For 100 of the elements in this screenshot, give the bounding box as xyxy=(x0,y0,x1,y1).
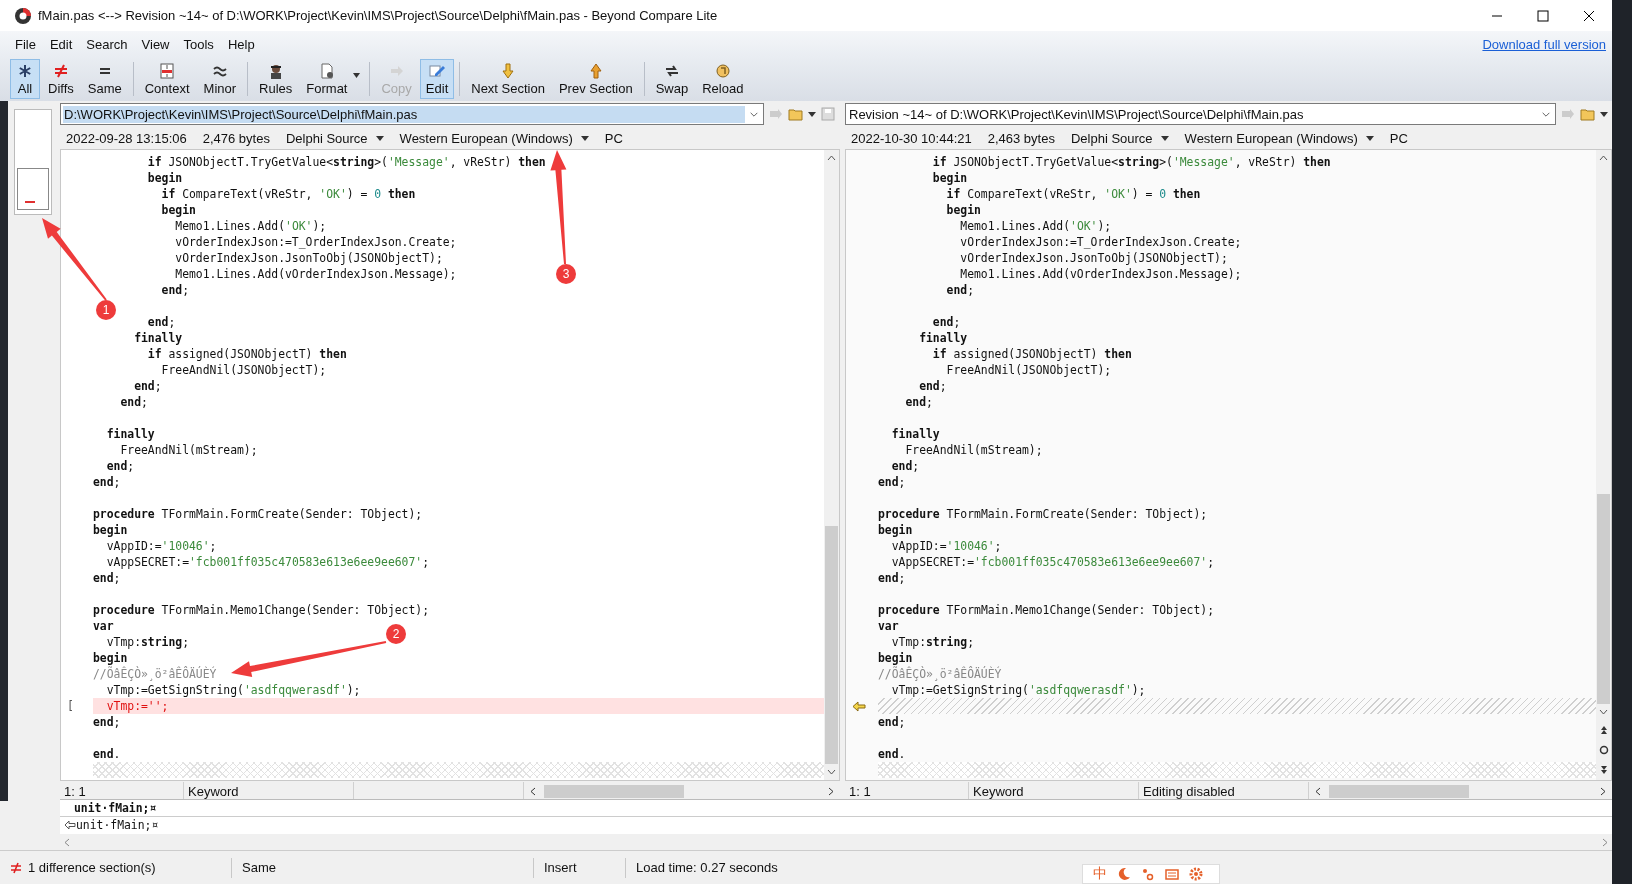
scroll-down-icon[interactable] xyxy=(1599,709,1608,715)
code-line: var xyxy=(93,618,114,634)
toolbar-button[interactable]: Diffs xyxy=(42,59,80,99)
scroll-left-icon[interactable] xyxy=(530,786,536,796)
dropdown-caret-icon[interactable] xyxy=(1600,111,1608,117)
code-line: FreeAndNil(JSONObjectT); xyxy=(160,362,327,378)
dropdown-caret-icon[interactable] xyxy=(808,111,816,117)
menu-item[interactable]: Edit xyxy=(42,36,80,52)
maximize-icon xyxy=(1537,9,1549,22)
toolbar-button[interactable]: All xyxy=(10,59,40,99)
vertical-scrollbar[interactable] xyxy=(824,150,839,780)
code-line: end; xyxy=(878,570,906,586)
download-link[interactable]: Download full version xyxy=(1482,36,1606,52)
toolbar-button[interactable]: Prev Section xyxy=(552,59,639,99)
code-line: begin xyxy=(931,170,968,186)
toolbar-button[interactable]: Minor xyxy=(197,59,243,99)
scroll-right-icon[interactable] xyxy=(828,786,834,796)
toolbar-button[interactable]: Rules xyxy=(253,59,299,99)
dropdown-caret-icon[interactable] xyxy=(353,73,361,78)
toolbar-button[interactable]: Format xyxy=(300,59,365,99)
code-line: end; xyxy=(105,458,135,474)
code-line: end; xyxy=(93,714,121,730)
code-line: vAppSECRET:='fcb001ff035c470583e613e6ee9ee607'; xyxy=(890,554,1215,570)
close-icon xyxy=(1583,9,1595,22)
line-compare-text: unit·fMain;¤ xyxy=(76,818,159,832)
code-line: end; xyxy=(93,570,121,586)
code-line: end; xyxy=(918,378,947,394)
app-icon xyxy=(14,6,32,25)
code-line: end; xyxy=(945,282,974,298)
toolbar-button[interactable]: Swap xyxy=(649,59,695,99)
context-icon xyxy=(158,62,177,80)
toolbar-button[interactable]: Context xyxy=(138,59,196,99)
menu-item[interactable]: Search xyxy=(79,36,135,52)
menu-item[interactable]: Help xyxy=(220,36,262,52)
code-line: begin xyxy=(878,522,913,538)
code-line: vAppID:='10046'; xyxy=(890,538,1002,554)
menu-item[interactable]: File xyxy=(8,36,43,52)
callout-badge: 2 xyxy=(386,624,406,644)
file-size: 2,476 bytes xyxy=(202,130,270,146)
dropdown-caret-icon[interactable] xyxy=(1365,135,1374,141)
chevron-down-icon[interactable] xyxy=(749,111,759,117)
scroll-right-icon[interactable] xyxy=(1600,786,1606,796)
scrollbar-thumb[interactable] xyxy=(1597,494,1610,704)
code-line: end; xyxy=(890,458,920,474)
toolbar-button[interactable]: Next Section xyxy=(465,59,551,99)
menu-item[interactable]: View xyxy=(134,36,177,52)
code-line: FreeAndNil(mStream); xyxy=(119,442,258,458)
code-line: if assigned(JSONObjectT) then xyxy=(931,346,1132,362)
code-line: end; xyxy=(904,394,933,410)
file-path-field[interactable]: Revision ~14~ of D:\WORK\Project\Kevin\IMS\Project\Source\Delphi\fMain.pas xyxy=(845,103,1556,125)
code-line: if JSONObjectT.TryGetValue<string>('Message', vReStr) then xyxy=(146,154,546,170)
code-line: Memo1.Lines.Add('OK'); xyxy=(959,218,1112,234)
code-line: end; xyxy=(119,394,148,410)
scrollbar-thumb[interactable] xyxy=(544,784,684,798)
vertical-scrollbar[interactable] xyxy=(1596,150,1611,780)
line-compare-text: unit·fMain;¤ xyxy=(60,800,1612,817)
previous-diff-icon[interactable] xyxy=(1598,725,1609,735)
code-line: //ÕâÊÇÒ»¸ö²âÊÔÄÚÈÝ xyxy=(878,666,1002,682)
code-line: finally xyxy=(918,330,968,346)
format-selector[interactable]: Delphi Source xyxy=(285,130,368,146)
toolbar-button[interactable]: Same xyxy=(81,59,128,99)
dropdown-caret-icon[interactable] xyxy=(1160,135,1169,141)
menu-item[interactable]: Tools xyxy=(176,36,221,52)
callout-badge: 1 xyxy=(96,300,116,320)
encoding-selector[interactable]: Western European (Windows) xyxy=(1184,130,1358,146)
file-overview-map[interactable] xyxy=(14,109,52,215)
line-ending-label[interactable]: PC xyxy=(604,130,623,146)
next-diff-icon[interactable] xyxy=(1598,765,1609,775)
code-line: end; xyxy=(133,378,162,394)
code-line: end; xyxy=(160,282,189,298)
code-line: Memo1.Lines.Add(vOrderIndexJson.Message); xyxy=(174,266,457,282)
toolbar-button[interactable]: Edit xyxy=(419,59,455,99)
scrollbar-thumb[interactable] xyxy=(1329,784,1469,798)
line-ending-label[interactable]: PC xyxy=(1389,130,1408,146)
file-size: 2,463 bytes xyxy=(987,130,1055,146)
scroll-down-icon[interactable] xyxy=(827,769,836,775)
dropdown-caret-icon[interactable] xyxy=(580,135,589,141)
scrollbar-thumb[interactable] xyxy=(825,526,838,764)
toolbar-button[interactable]: Reload xyxy=(696,59,750,99)
code-line: var xyxy=(878,618,899,634)
callout-badge: 3 xyxy=(556,264,576,284)
scroll-left-icon[interactable] xyxy=(1315,786,1321,796)
scroll-up-icon[interactable] xyxy=(1599,155,1608,161)
left-arrow-icon[interactable] xyxy=(852,700,866,712)
code-line: vAppSECRET:='fcb001ff035c470583e613e6ee9ee607'; xyxy=(105,554,430,570)
code-line: begin xyxy=(146,170,183,186)
format-selector[interactable]: Delphi Source xyxy=(1070,130,1153,146)
scroll-up-icon[interactable] xyxy=(827,155,836,161)
code-line: vTmp:=GetSignString('asdfqqwerasdf'); xyxy=(105,682,361,698)
chevron-down-icon[interactable] xyxy=(1541,111,1551,117)
file-path-field[interactable]: D:\WORK\Project\Kevin\IMS\Project\Source\Delphi\fMain.pas xyxy=(60,103,764,125)
code-line: vOrderIndexJson.JsonToObj(JSONObjectT); xyxy=(174,250,443,266)
code-line: begin xyxy=(160,202,196,218)
circle-icon[interactable] xyxy=(1598,745,1609,755)
code-line: procedure TFormMain.FormCreate(Sender: TObject); xyxy=(93,506,423,522)
code-line: vAppID:='10046'; xyxy=(105,538,217,554)
dropdown-caret-icon[interactable] xyxy=(375,135,384,141)
code-line: vOrderIndexJson:=T_OrderIndexJson.Create; xyxy=(174,234,457,250)
encoding-selector[interactable]: Western European (Windows) xyxy=(399,130,573,146)
code-line: begin xyxy=(878,650,913,666)
